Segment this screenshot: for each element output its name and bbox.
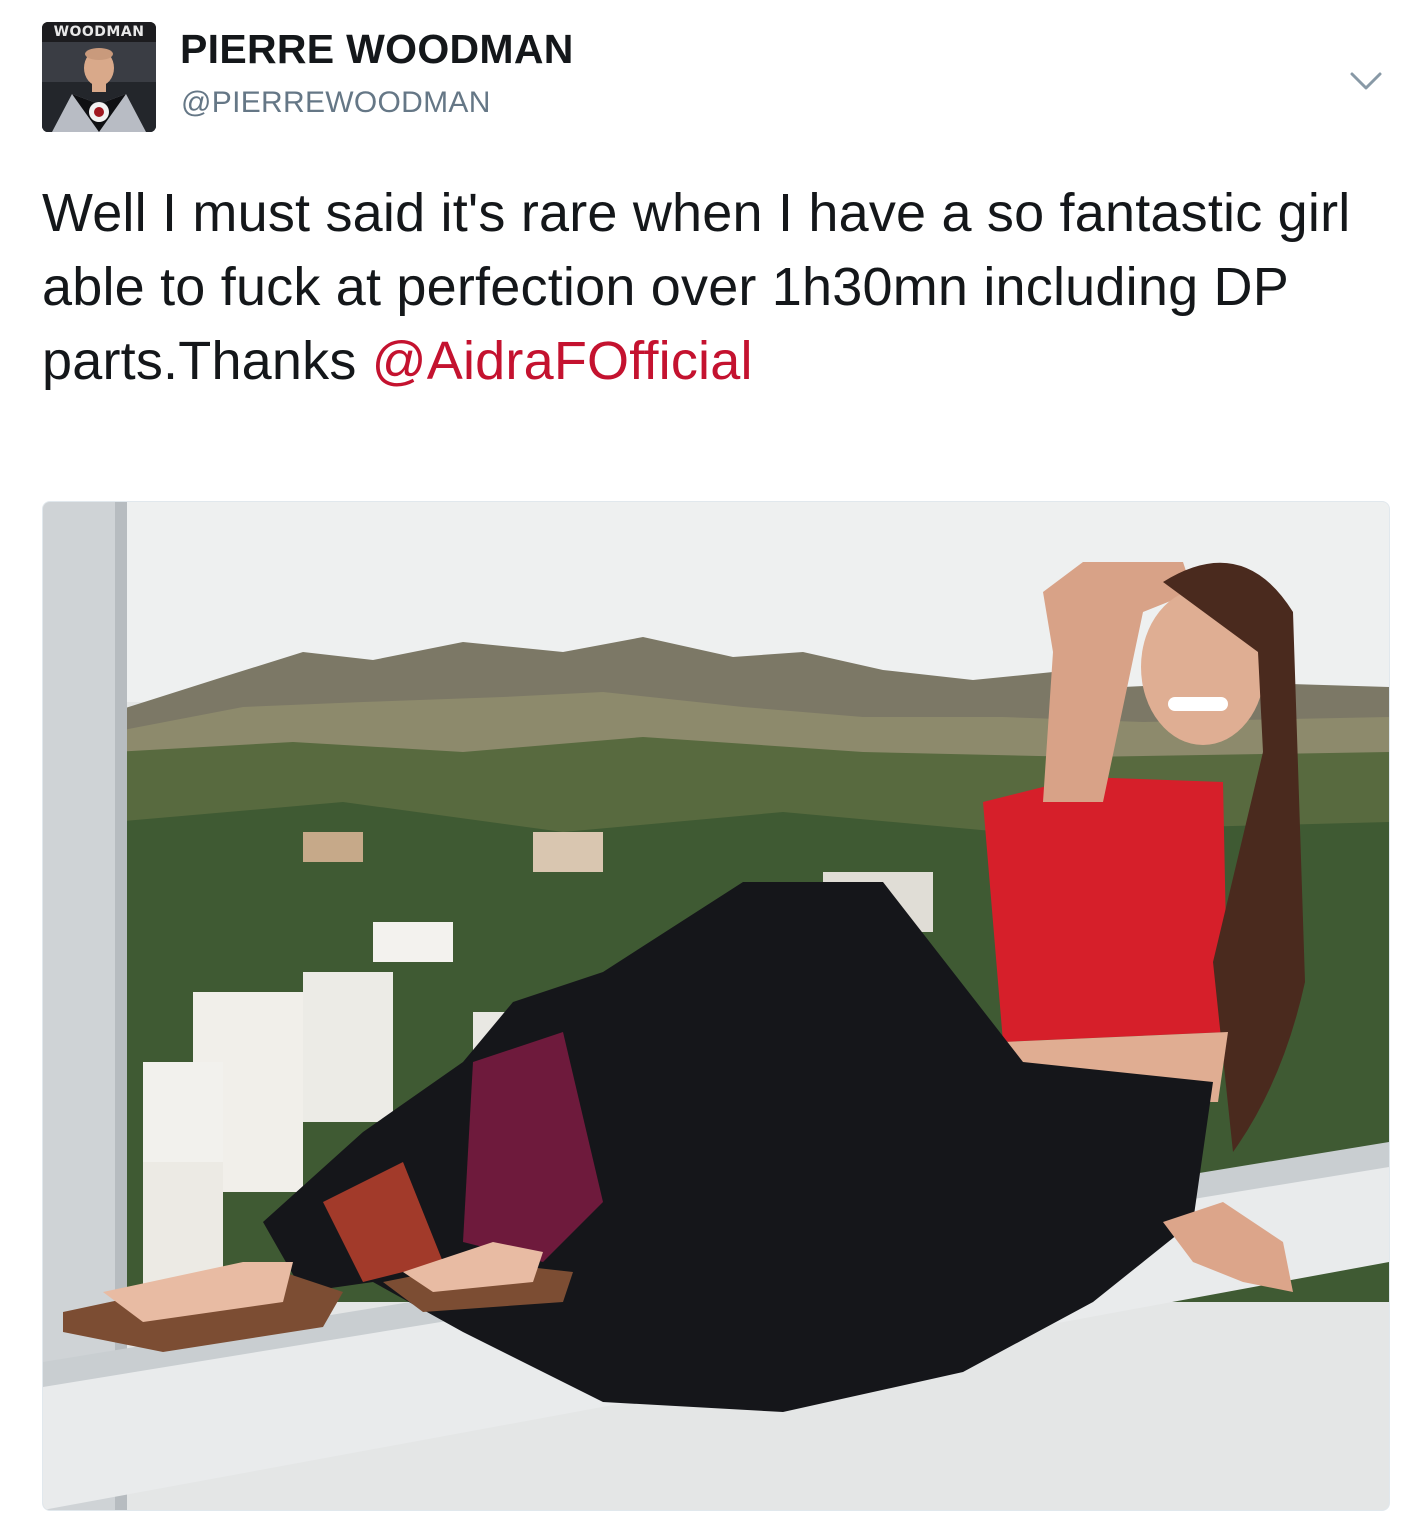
avatar-logo-text: WOODMAN (42, 22, 156, 42)
tweet-photo[interactable] (42, 501, 1390, 1511)
photo-image (43, 502, 1389, 1510)
chevron-down-icon[interactable] (1346, 66, 1386, 96)
author-handle[interactable]: @PIERREWOODMAN (181, 86, 491, 120)
author-avatar[interactable]: WOODMAN (42, 22, 156, 132)
avatar-portrait-icon (42, 42, 156, 132)
tweet-text: Well I must said it's rare when I have a… (42, 176, 1392, 398)
tweet-card: WOODMAN PIERRE WOODMAN @PIERREWOODMAN We… (0, 0, 1428, 1530)
author-name[interactable]: PIERRE WOODMAN (180, 26, 574, 73)
mention-link[interactable]: @AidraFOfficial (372, 331, 753, 391)
